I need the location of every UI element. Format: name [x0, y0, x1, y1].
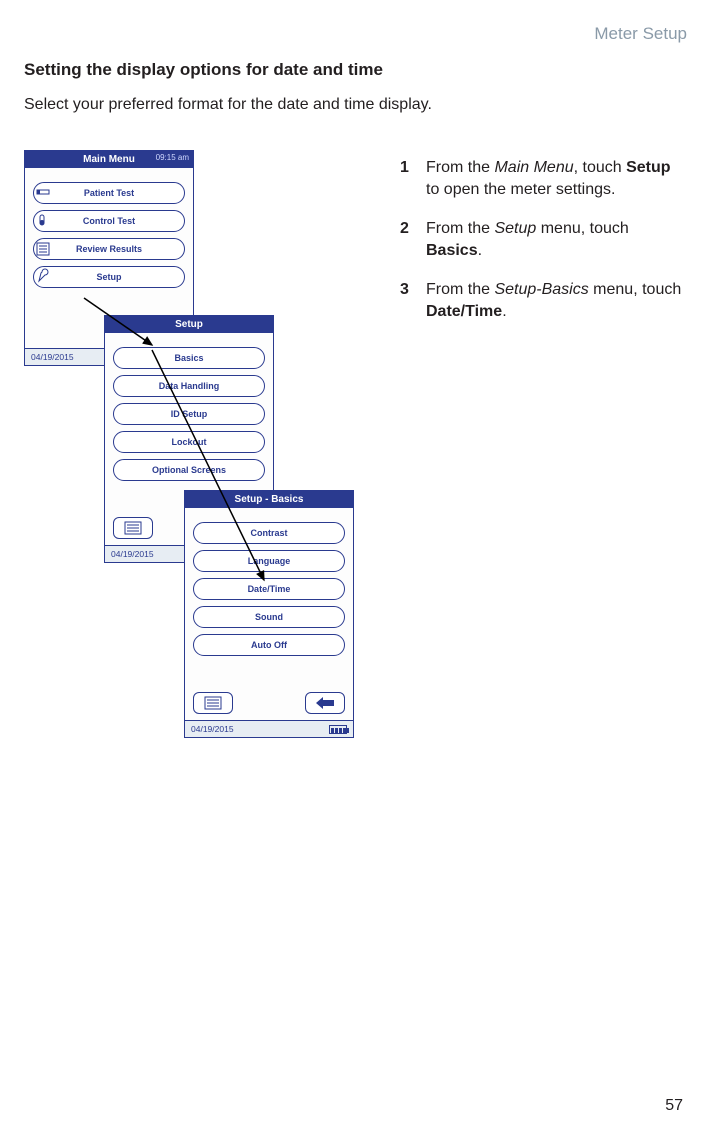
- label: Basics: [174, 353, 203, 363]
- screen2-titlebar: Setup: [105, 316, 273, 333]
- t: menu, touch: [536, 220, 629, 237]
- label: Date/Time: [248, 584, 291, 594]
- btn-lockout[interactable]: Lockout: [113, 431, 265, 453]
- label: Data Handling: [159, 381, 220, 391]
- btn-setup[interactable]: Setup: [33, 266, 185, 288]
- arrow-left-icon: [314, 696, 336, 710]
- label: ID Setup: [171, 409, 208, 419]
- t: From the: [426, 281, 494, 298]
- intro-text: Select your preferred format for the dat…: [24, 96, 432, 114]
- btn-patient-test[interactable]: Patient Test: [33, 182, 185, 204]
- t: Setup: [494, 220, 536, 237]
- step-3: 3 From the Setup-Basics menu, touch Date…: [400, 279, 687, 322]
- step-num: 1: [400, 157, 426, 200]
- btn-auto-off[interactable]: Auto Off: [193, 634, 345, 656]
- t: Main Menu: [494, 159, 573, 176]
- screen1-title: Main Menu: [83, 154, 135, 165]
- t: From the: [426, 220, 494, 237]
- screen1-date: 04/19/2015: [31, 352, 74, 362]
- label: Lockout: [172, 437, 207, 447]
- step-2: 2 From the Setup menu, touch Basics.: [400, 218, 687, 261]
- screen3-title: Setup - Basics: [235, 494, 304, 505]
- t: From the: [426, 159, 494, 176]
- vial-icon: [32, 210, 54, 232]
- t: Date/Time: [426, 303, 502, 320]
- t: Setup: [626, 159, 670, 176]
- page-title: Setting the display options for date and…: [24, 60, 383, 80]
- label: Optional Screens: [152, 465, 226, 475]
- list-icon: [32, 238, 54, 260]
- menu-icon: [204, 696, 222, 710]
- t: Basics: [426, 242, 478, 259]
- t: .: [502, 303, 506, 320]
- screen2-date: 04/19/2015: [111, 549, 154, 559]
- btn-date-time[interactable]: Date/Time: [193, 578, 345, 600]
- label: Control Test: [83, 216, 135, 226]
- btn-id-setup[interactable]: ID Setup: [113, 403, 265, 425]
- screen1-titlebar: Main Menu 09:15 am: [25, 151, 193, 168]
- step-num: 3: [400, 279, 426, 322]
- screen-setup-basics: Setup - Basics Contrast Language Date/Ti…: [184, 490, 354, 738]
- btn-contrast[interactable]: Contrast: [193, 522, 345, 544]
- steps-list: 1 From the Main Menu, touch Setup to ope…: [400, 157, 687, 341]
- screen2-title: Setup: [175, 319, 203, 330]
- label: Setup: [96, 272, 121, 282]
- btn-control-test[interactable]: Control Test: [33, 210, 185, 232]
- btn-data-handling[interactable]: Data Handling: [113, 375, 265, 397]
- menu-icon: [124, 521, 142, 535]
- t: Setup-Basics: [494, 281, 588, 298]
- step-num: 2: [400, 218, 426, 261]
- btn-review-results[interactable]: Review Results: [33, 238, 185, 260]
- back-button[interactable]: [305, 692, 345, 714]
- btn-basics[interactable]: Basics: [113, 347, 265, 369]
- device-screens: Main Menu 09:15 am Patient Test Control …: [24, 150, 374, 800]
- section-header: Meter Setup: [594, 24, 687, 44]
- label: Sound: [255, 612, 283, 622]
- page-number: 57: [665, 1097, 683, 1115]
- screen3-date: 04/19/2015: [191, 724, 234, 734]
- screen1-time: 09:15 am: [156, 153, 189, 162]
- menu-button[interactable]: [193, 692, 233, 714]
- step-1: 1 From the Main Menu, touch Setup to ope…: [400, 157, 687, 200]
- wrench-icon: [32, 266, 54, 288]
- screen3-footer: 04/19/2015: [185, 720, 353, 737]
- t: , touch: [574, 159, 626, 176]
- battery-icon: [329, 725, 347, 734]
- btn-optional-screens[interactable]: Optional Screens: [113, 459, 265, 481]
- btn-sound[interactable]: Sound: [193, 606, 345, 628]
- t: .: [478, 242, 482, 259]
- label: Patient Test: [84, 188, 134, 198]
- label: Review Results: [76, 244, 142, 254]
- label: Auto Off: [251, 640, 287, 650]
- menu-button[interactable]: [113, 517, 153, 539]
- screen3-titlebar: Setup - Basics: [185, 491, 353, 508]
- label: Language: [248, 556, 291, 566]
- btn-language[interactable]: Language: [193, 550, 345, 572]
- t: to open the meter settings.: [426, 181, 615, 198]
- strip-icon: [32, 182, 54, 204]
- label: Contrast: [250, 528, 287, 538]
- t: menu, touch: [589, 281, 682, 298]
